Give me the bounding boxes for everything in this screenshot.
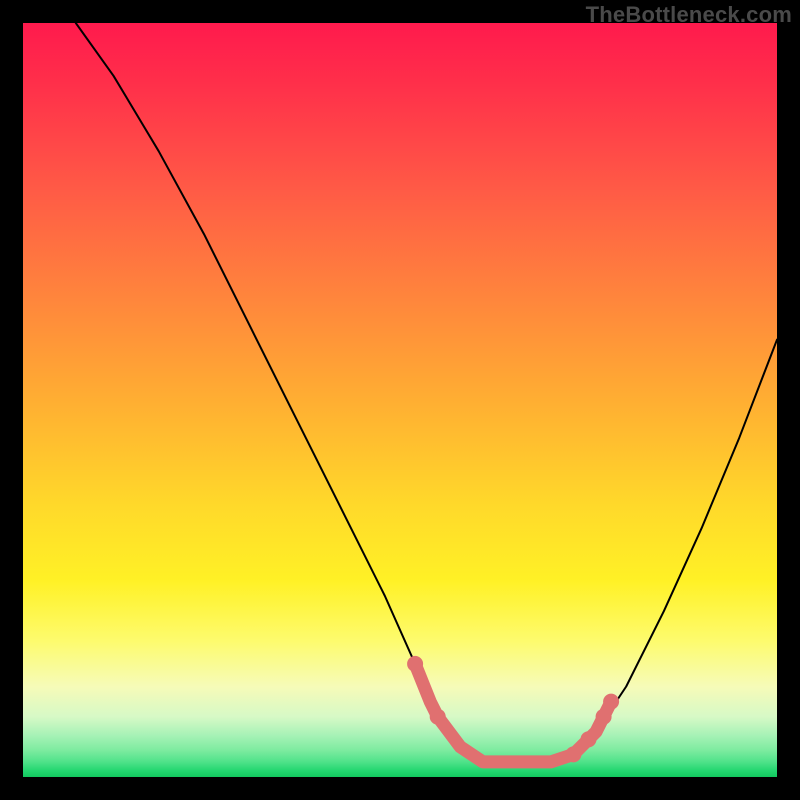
- fit-marker: [596, 709, 612, 725]
- fit-marker: [603, 694, 619, 710]
- fit-marker: [407, 656, 423, 672]
- watermark-text: TheBottleneck.com: [586, 2, 792, 28]
- chart-stage: TheBottleneck.com: [0, 0, 800, 800]
- bottleneck-curve: [76, 23, 777, 762]
- fit-marker: [581, 731, 597, 747]
- plot-area: [23, 23, 777, 777]
- fit-marker: [430, 709, 446, 725]
- fit-marker: [565, 746, 581, 762]
- fit-overlay-markers: [407, 656, 619, 763]
- chart-svg: [23, 23, 777, 777]
